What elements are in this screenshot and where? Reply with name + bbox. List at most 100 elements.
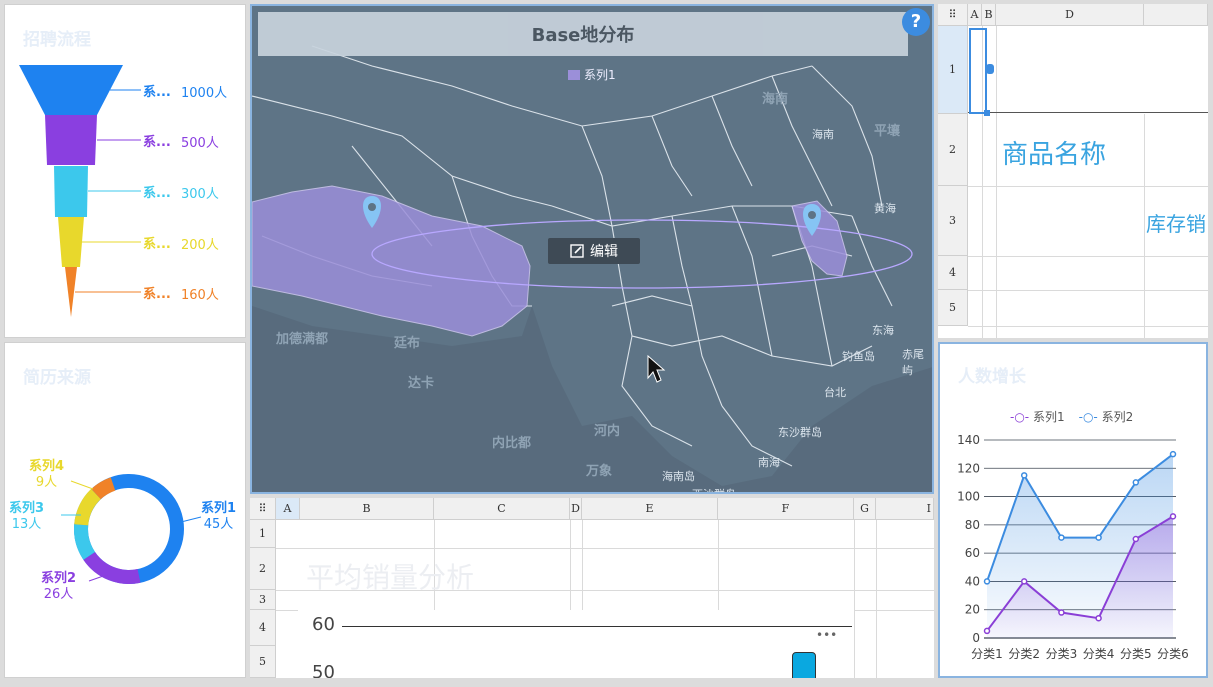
- funnel-label-1: 系...: [143, 85, 171, 100]
- funnel-label-3: 系...: [143, 186, 171, 201]
- row-header-b4[interactable]: 4: [250, 610, 276, 646]
- place-taibei: 台北: [824, 386, 846, 399]
- y-tick-label: 80: [965, 518, 980, 532]
- place-donghai: 东海: [872, 324, 894, 337]
- funnel-segment-3: [54, 166, 88, 217]
- place-pingrang: 平壤: [874, 124, 901, 139]
- place-hainan: 海南: [762, 92, 789, 107]
- y-axis-60: 60: [312, 614, 335, 635]
- spreadsheet-top[interactable]: ⠿ A B D 1 2 3 4 5 商品名称 库存销: [938, 4, 1208, 338]
- cell-product-name[interactable]: 商品名称: [1002, 134, 1106, 171]
- row-header-2[interactable]: 2: [938, 114, 968, 186]
- col-header-a2[interactable]: A: [276, 498, 300, 520]
- funnel-segment-4: [58, 217, 84, 267]
- funnel-panel: 招聘流程 系... 1000人 系... 500人 系... 300人 系...…: [4, 4, 246, 338]
- y-tick-label: 20: [965, 603, 980, 617]
- funnel-segment-2: [45, 115, 97, 165]
- place-nanhai: 南海: [758, 456, 780, 469]
- map-title: Base地分布: [258, 12, 908, 56]
- select-all-icon-2[interactable]: ⠿: [250, 498, 276, 520]
- donut-label-4: 系列4 9人: [29, 459, 65, 490]
- spreadsheet-bottom[interactable]: ⠿ A B C D E F G I 1 2 3 4 5 平均销量分析 60 ••…: [250, 498, 934, 678]
- donut-panel: 简历来源 系列1 45人 系列2 26人 系列3 13人 系列4 9人: [4, 342, 246, 678]
- x-tick-label: 分类3: [1046, 647, 1078, 661]
- col-header-i2[interactable]: I: [876, 498, 934, 520]
- donut-arc-series3: [74, 524, 96, 560]
- y-axis-50: 50: [312, 662, 335, 678]
- sheet-chart-title: 平均销量分析: [306, 561, 475, 594]
- row-header-b3[interactable]: 3: [250, 590, 276, 610]
- col-header-a[interactable]: A: [968, 4, 982, 26]
- bar-mark: [792, 652, 816, 678]
- row-header-5[interactable]: 5: [938, 290, 968, 326]
- place-jiademandu: 加德满都: [276, 332, 329, 347]
- data-point: [983, 627, 991, 635]
- donut-arc-series5: [91, 477, 116, 500]
- row-header-b1[interactable]: 1: [250, 520, 276, 548]
- data-point: [1058, 609, 1065, 616]
- y-tick-label: 140: [957, 433, 980, 447]
- col-header-f2[interactable]: F: [718, 498, 854, 520]
- funnel-value-1: 1000人: [181, 86, 228, 101]
- funnel-value-3: 300人: [181, 187, 219, 202]
- funnel-value-5: 160人: [181, 288, 219, 303]
- cell-marker: [986, 64, 994, 74]
- funnel-segment-1: [19, 65, 123, 115]
- col-header-b2[interactable]: B: [300, 498, 434, 520]
- x-tick-label: 分类4: [1083, 647, 1115, 661]
- data-point: [1169, 513, 1177, 520]
- place-tingbu: 廷布: [394, 336, 421, 351]
- col-header-d2[interactable]: D: [570, 498, 582, 520]
- col-header-g2[interactable]: G: [854, 498, 876, 520]
- funnel-label-4: 系...: [143, 237, 171, 252]
- line-chart-panel: 人数增长 -○- 系列1 -○- 系列2 0 20 40 60 80 100 120 140 分…: [938, 342, 1208, 678]
- place-hainandao: 海南岛: [662, 470, 695, 483]
- embedded-bar-chart[interactable]: 60 ••• 50: [298, 610, 854, 678]
- row-header-b5[interactable]: 5: [250, 646, 276, 678]
- help-button[interactable]: ?: [902, 8, 930, 36]
- col-header-e2[interactable]: E: [582, 498, 718, 520]
- select-all-icon[interactable]: ⠿: [938, 4, 968, 26]
- y-tick-label: 120: [957, 461, 980, 475]
- map-legend[interactable]: 系列1: [568, 66, 616, 83]
- donut-arc-series2: [83, 551, 141, 584]
- edit-icon: [570, 244, 584, 258]
- col-header-e[interactable]: [1144, 4, 1208, 26]
- place-henei: 河内: [594, 424, 621, 439]
- place-xisha: 西沙群岛: [692, 486, 736, 492]
- cell-stock[interactable]: 库存销: [1146, 208, 1206, 237]
- legend-label: 系列1: [584, 68, 616, 82]
- map-panel[interactable]: Base地分布 ? 系列1 编辑 海南 海南 平壤 黄海 加德满都 廷布 东海 …: [250, 4, 934, 494]
- funnel-label-5: 系...: [143, 287, 171, 302]
- selected-cell[interactable]: [969, 28, 987, 114]
- fill-handle[interactable]: [984, 110, 990, 116]
- y-tick-label: 100: [957, 490, 980, 504]
- funnel-value-2: 500人: [181, 136, 219, 151]
- col-header-b[interactable]: B: [982, 4, 996, 26]
- row-header-4[interactable]: 4: [938, 256, 968, 290]
- col-header-d[interactable]: D: [996, 4, 1144, 26]
- row-header-b2[interactable]: 2: [250, 548, 276, 590]
- data-point: [1169, 450, 1177, 458]
- donut-arc-series4: [74, 488, 102, 526]
- y-tick-label: 60: [965, 546, 980, 560]
- y-tick-label: 0: [972, 631, 980, 645]
- row-header-1[interactable]: 1: [938, 26, 968, 114]
- edit-button[interactable]: 编辑: [548, 238, 640, 264]
- data-point: [1132, 535, 1140, 543]
- place-wanxiang: 万象: [586, 464, 613, 479]
- data-point: [1020, 472, 1028, 479]
- data-point: [1095, 534, 1102, 541]
- place-huanghai: 黄海: [874, 202, 896, 215]
- data-point: [983, 578, 991, 585]
- data-point: [1020, 578, 1028, 585]
- data-point: [1132, 479, 1140, 486]
- more-options-icon[interactable]: •••: [816, 628, 837, 642]
- row-header-3[interactable]: 3: [938, 186, 968, 256]
- funnel-value-4: 200人: [181, 238, 219, 253]
- col-header-c2[interactable]: C: [434, 498, 570, 520]
- x-tick-label: 分类5: [1120, 647, 1152, 661]
- data-point: [1095, 614, 1102, 622]
- legend-swatch: [568, 69, 580, 80]
- line-chart: 0 20 40 60 80 100 120 140 分类1 分类2 分类3 分类4 分类5 分类6: [957, 433, 1189, 661]
